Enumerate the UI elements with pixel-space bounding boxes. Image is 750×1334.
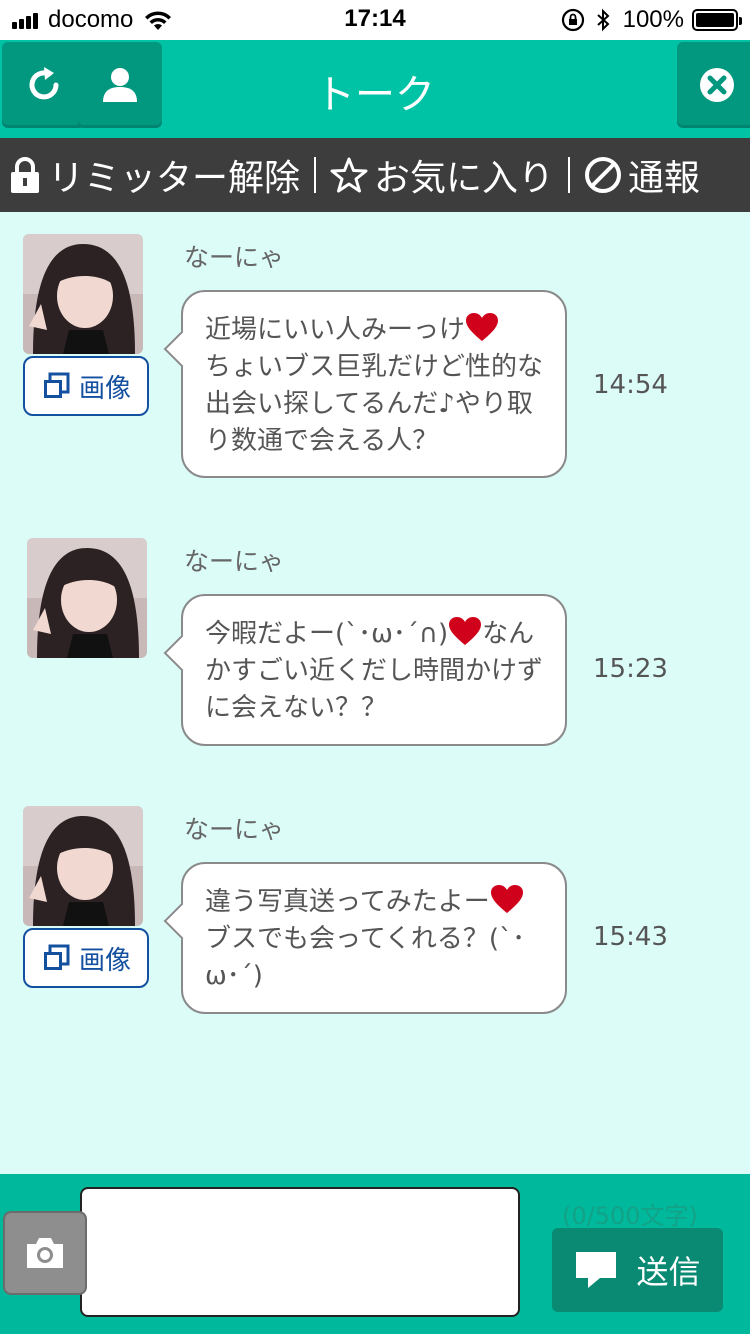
report-label: 通報	[628, 158, 701, 199]
unlock-limiter-button[interactable]: リミッター解除	[8, 138, 300, 212]
star-icon	[330, 157, 368, 193]
heart-icon	[449, 617, 482, 645]
prohibited-icon	[585, 157, 622, 193]
avatar[interactable]	[23, 234, 143, 354]
message-time: 15:23	[593, 654, 668, 684]
message-text: 近場にいい人みーっけ	[205, 315, 466, 345]
message-bubble: 近場にいい人みーっけ ちょいブス巨乳だけど性的な出会い探してるんだ♪やり取り数通…	[163, 290, 567, 478]
message-input-bar: (0/500文字) 送信	[0, 1174, 750, 1334]
close-button[interactable]	[677, 42, 750, 128]
image-button-label: 画像	[78, 945, 131, 976]
send-button[interactable]: 送信	[552, 1228, 723, 1312]
message-text: ブスでも会ってくれる？(`･ω･´)	[205, 924, 526, 991]
character-counter: (0/500文字)	[562, 1202, 698, 1230]
message-time: 15:43	[593, 922, 668, 952]
message-input[interactable]	[80, 1187, 520, 1317]
message-bubble: 今暇だよー(`･ω･´∩) なんかすごい近くだし時間かけずに会えない？？	[163, 594, 567, 746]
image-icon	[43, 944, 70, 970]
sender-name: なーにゃ	[184, 547, 285, 576]
message-time: 14:54	[593, 370, 668, 400]
favorite-button[interactable]: お気に入り	[330, 138, 554, 212]
message-text: 今暇だよー(`･ω･´∩)	[205, 619, 449, 649]
unlock-limiter-label: リミッター解除	[48, 158, 301, 199]
camera-button[interactable]	[3, 1211, 87, 1295]
image-button-label: 画像	[78, 373, 131, 404]
bluetooth-icon	[596, 8, 610, 32]
avatar[interactable]	[23, 806, 143, 926]
message-bubble: 違う写真送ってみたよー ブスでも会ってくれる？(`･ω･´)	[163, 862, 567, 1014]
app-header: トーク	[0, 40, 750, 138]
message-text: ちょいブス巨乳だけど性的な出会い探してるんだ♪やり取り数通で会える人？	[205, 352, 544, 456]
favorite-label: お気に入り	[374, 158, 555, 199]
lock-icon	[11, 157, 39, 193]
heart-icon	[490, 885, 523, 913]
avatar[interactable]	[27, 538, 147, 658]
battery-percent: 100%	[622, 6, 684, 33]
divider	[314, 157, 317, 193]
battery-icon	[692, 9, 742, 31]
status-bar: docomo 17:14 100%	[0, 0, 750, 40]
camera-icon	[27, 1238, 63, 1268]
speech-bubble-icon	[576, 1252, 617, 1288]
send-label: 送信	[636, 1253, 701, 1291]
view-image-button[interactable]: 画像	[23, 928, 149, 988]
heart-icon	[466, 313, 499, 341]
rotation-lock-icon	[561, 8, 584, 32]
action-bar: リミッター解除 お気に入り 通報	[0, 138, 750, 212]
page-title: トーク	[315, 72, 435, 118]
report-button[interactable]: 通報	[584, 138, 700, 212]
view-image-button[interactable]: 画像	[23, 356, 149, 416]
sender-name: なーにゃ	[184, 243, 285, 272]
sender-name: なーにゃ	[184, 815, 285, 844]
divider	[568, 157, 571, 193]
image-icon	[43, 372, 70, 398]
close-icon	[700, 68, 734, 102]
message-text: 違う写真送ってみたよー	[205, 887, 490, 917]
